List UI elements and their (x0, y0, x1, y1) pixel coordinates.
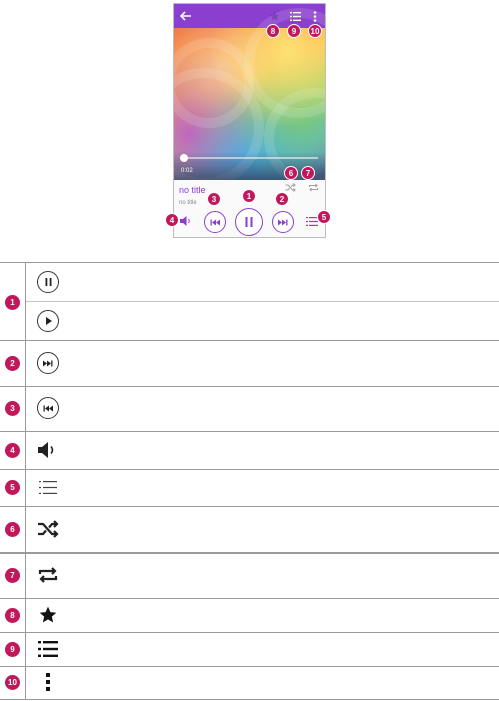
song-title: no title (179, 185, 206, 195)
back-arrow-icon[interactable] (178, 4, 194, 28)
volume-icon (33, 435, 63, 465)
legend-number-6: 6 (5, 522, 20, 537)
favorite-star-icon (33, 600, 63, 630)
callout-10: 10 (308, 24, 322, 38)
callout-5: 5 (317, 210, 331, 224)
repeat-icon (33, 560, 63, 590)
callout-9: 9 (287, 24, 301, 38)
more-options-icon (33, 667, 63, 697)
next-track-button[interactable] (272, 211, 294, 233)
legend-number-7: 7 (5, 568, 20, 583)
playlist-icon (33, 472, 63, 502)
pause-icon (33, 267, 63, 297)
previous-track-button[interactable] (204, 211, 226, 233)
legend-number-9: 9 (5, 642, 20, 657)
callout-1: 1 (242, 189, 256, 203)
play-icon (33, 306, 63, 336)
artist-name: no title (179, 200, 197, 206)
shuffle-icon[interactable] (284, 181, 296, 193)
legend-number-8: 8 (5, 608, 20, 623)
legend-number-1: 1 (5, 295, 20, 310)
legend-number-2: 2 (5, 356, 20, 371)
queue-list-icon (33, 634, 63, 664)
callout-6: 6 (284, 166, 298, 180)
legend-number-4: 4 (5, 443, 20, 458)
repeat-icon[interactable] (307, 181, 319, 193)
next-track-icon (33, 348, 63, 378)
previous-track-icon (33, 393, 63, 423)
seek-bar[interactable] (182, 157, 318, 159)
callout-2: 2 (275, 192, 289, 206)
callout-4: 4 (165, 213, 179, 227)
seek-thumb[interactable] (180, 154, 188, 162)
elapsed-time: 0:02 (181, 168, 193, 174)
callout-8: 8 (266, 24, 280, 38)
volume-icon[interactable] (179, 215, 193, 227)
pause-button[interactable] (235, 208, 263, 236)
shuffle-icon (33, 514, 63, 544)
legend-number-10: 10 (5, 675, 20, 690)
legend-number-3: 3 (5, 401, 20, 416)
callout-3: 3 (207, 192, 221, 206)
legend-number-5: 5 (5, 480, 20, 495)
callout-7: 7 (301, 166, 315, 180)
